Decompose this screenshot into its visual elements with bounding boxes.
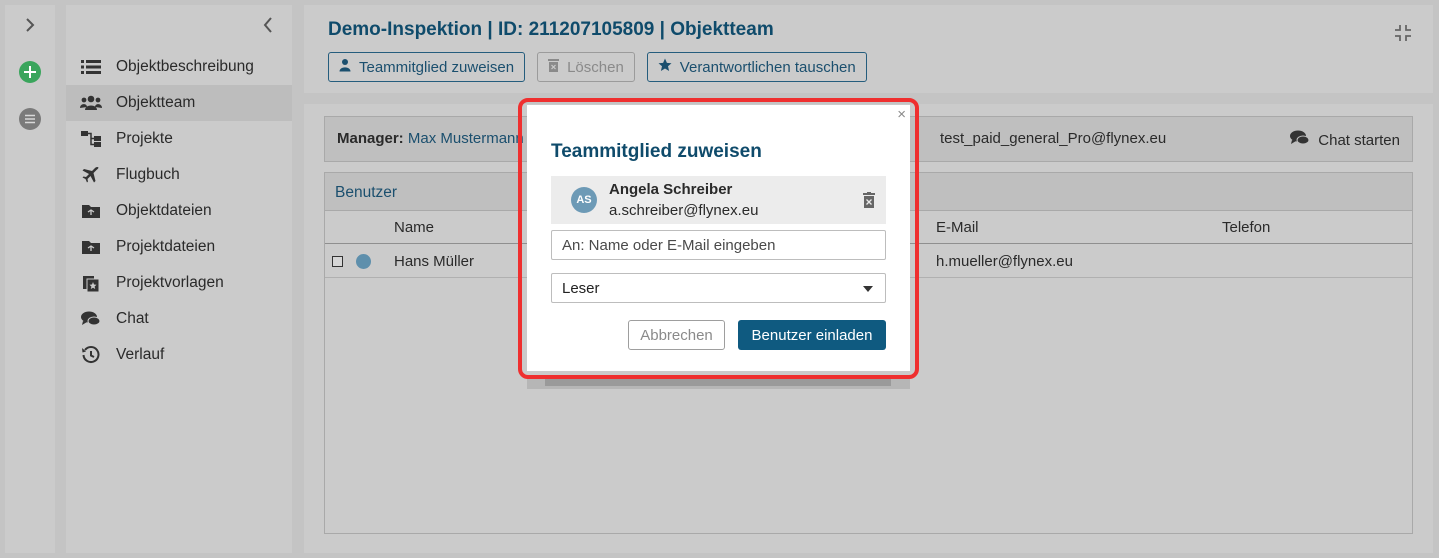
delete-button[interactable]: Löschen xyxy=(537,52,635,82)
star-icon xyxy=(658,58,672,76)
sidebar: Objektbeschreibung Objektteam Projekte F… xyxy=(66,5,292,553)
folder-icon xyxy=(80,201,102,221)
user-icon xyxy=(339,58,351,76)
row-email: h.mueller@flynex.eu xyxy=(936,253,1073,270)
manager-email: test_paid_general_Pro@flynex.eu xyxy=(940,130,1167,147)
column-name[interactable]: Name xyxy=(394,219,434,236)
sidebar-item-label: Projektdateien xyxy=(116,238,216,255)
sidebar-item-objektbeschreibung[interactable]: Objektbeschreibung xyxy=(66,49,292,85)
history-icon xyxy=(80,345,102,365)
sidebar-item-objektdateien[interactable]: Objektdateien xyxy=(66,193,292,229)
sidebar-item-flugbuch[interactable]: Flugbuch xyxy=(66,157,292,193)
team-icon xyxy=(80,93,102,113)
hierarchy-icon xyxy=(80,129,102,149)
plane-icon xyxy=(80,165,102,185)
page-header: Demo-Inspektion | ID: 211207105809 | Obj… xyxy=(304,5,1433,93)
trash-icon xyxy=(548,58,560,76)
column-email[interactable]: E-Mail xyxy=(936,219,979,236)
chat-start-label: Chat starten xyxy=(1318,131,1400,149)
delete-label: Löschen xyxy=(567,58,624,76)
row-name: Hans Müller xyxy=(394,253,475,270)
column-phone[interactable]: Telefon xyxy=(1222,219,1270,236)
highlight-outline xyxy=(518,98,919,379)
swap-responsible-label: Verantwortlichen tauschen xyxy=(679,58,856,76)
chat-icon xyxy=(80,309,102,329)
chevron-right-icon[interactable] xyxy=(18,13,42,37)
add-icon[interactable] xyxy=(18,60,42,84)
manager-label: Manager: xyxy=(337,130,404,147)
assign-member-button[interactable]: Teammitglied zuweisen xyxy=(328,52,526,82)
row-checkbox[interactable] xyxy=(332,256,343,267)
sidebar-item-projektvorlagen[interactable]: Projektvorlagen xyxy=(66,265,292,301)
sidebar-item-projektdateien[interactable]: Projektdateien xyxy=(66,229,292,265)
sidebar-item-label: Verlauf xyxy=(116,346,165,363)
manager-field: Manager: Max Mustermann xyxy=(337,130,524,147)
manager-name[interactable]: Max Mustermann xyxy=(408,130,524,147)
sidebar-item-label: Objektteam xyxy=(116,94,196,111)
assign-member-label: Teammitglied zuweisen xyxy=(359,58,515,76)
list-icon xyxy=(80,57,102,77)
sidebar-item-label: Objektbeschreibung xyxy=(116,58,254,75)
chat-start-button[interactable]: Chat starten xyxy=(1290,130,1400,150)
sidebar-item-label: Chat xyxy=(116,310,149,327)
icon-rail xyxy=(5,5,55,553)
toolbar: Teammitglied zuweisen Löschen Verantwort… xyxy=(328,52,867,82)
sidebar-nav: Objektbeschreibung Objektteam Projekte F… xyxy=(66,49,292,373)
sidebar-item-chat[interactable]: Chat xyxy=(66,301,292,337)
sidebar-item-label: Objektdateien xyxy=(116,202,212,219)
shrink-icon[interactable] xyxy=(1393,23,1413,43)
folder-icon xyxy=(80,237,102,257)
menu-icon[interactable] xyxy=(18,107,42,131)
swap-responsible-button[interactable]: Verantwortlichen tauschen xyxy=(646,52,867,82)
scrollbar-thumb[interactable] xyxy=(545,378,891,386)
sidebar-item-label: Projektvorlagen xyxy=(116,274,224,291)
page-title: Demo-Inspektion | ID: 211207105809 | Obj… xyxy=(328,19,774,40)
sidebar-item-label: Flugbuch xyxy=(116,166,180,183)
status-dot xyxy=(356,254,371,269)
chat-icon xyxy=(1290,130,1310,150)
sidebar-item-label: Projekte xyxy=(116,130,173,147)
sidebar-item-verlauf[interactable]: Verlauf xyxy=(66,337,292,373)
template-icon xyxy=(80,273,102,293)
sidebar-item-objektteam[interactable]: Objektteam xyxy=(66,85,292,121)
chevron-left-icon[interactable] xyxy=(258,15,278,35)
sidebar-item-projekte[interactable]: Projekte xyxy=(66,121,292,157)
